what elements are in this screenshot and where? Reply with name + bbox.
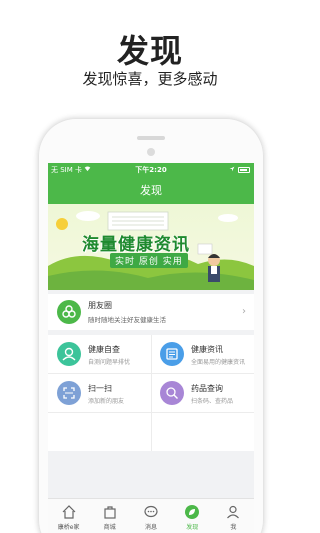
person-check-icon [57,342,81,366]
friends-circle-icon [57,300,81,324]
feature-subtitle: 自测问题早排忧 [88,359,131,366]
tab-discover[interactable]: 发现 [172,499,213,533]
tab-label: 消息 [145,524,158,531]
banner-tags: 实时 原创 实用 [110,253,188,268]
grid-divider [48,412,254,413]
feature-subtitle: 扫条码、查药品 [191,398,234,405]
friends-circle-title: 朋友圈 [88,301,112,310]
feature-grid: 健康自查 自测问题早排忧 健康资讯 全面易用的健康资讯 扫一扫 添加新的朋友 药… [48,335,254,451]
chat-icon [143,504,159,520]
health-news-banner[interactable]: 海量健康资讯 实时 原创 实用 [48,204,254,290]
status-bar: 无 SIM 卡 下午2:20 [48,163,254,177]
feature-drug-search[interactable]: 药品查询 扫条码、查药品 [151,374,254,412]
user-icon [225,504,241,520]
app-screen: 无 SIM 卡 下午2:20 发现 海量健康资讯 实时 原创 实用 朋友圈 随时… [48,163,254,533]
tab-label: 商城 [103,524,116,531]
tab-label: 我 [230,524,237,531]
banner-title: 海量健康资讯 [82,235,190,255]
promo-subtitle: 发现惊喜，更多感动 [82,70,218,88]
phone-speaker [137,136,165,140]
friends-circle-subtitle: 随时随地关注好友健康生活 [88,316,166,324]
feature-health-selfcheck[interactable]: 健康自查 自测问题早排忧 [48,335,151,373]
status-time: 下午2:20 [135,166,167,174]
feature-title: 健康资讯 [191,345,223,354]
nav-bar: 发现 [48,177,254,204]
battery-icon [238,167,250,173]
nav-title: 发现 [140,184,162,197]
phone-camera [147,148,155,156]
chevron-right-icon: › [242,306,246,317]
status-right [229,163,250,177]
leaf-icon [184,504,200,520]
bag-icon [102,504,118,520]
feature-subtitle: 全面易用的健康资讯 [191,359,246,366]
tab-label: 康桥e家 [57,524,80,531]
tab-label: 发现 [186,524,199,531]
friends-circle-item[interactable]: 朋友圈 随时随地关注好友健康生活 › [48,294,254,330]
feature-health-news[interactable]: 健康资讯 全面易用的健康资讯 [151,335,254,373]
news-icon [160,342,184,366]
tab-mall[interactable]: 商城 [89,499,130,533]
location-icon [229,163,235,177]
feature-title: 扫一扫 [88,384,112,393]
scan-icon [57,381,81,405]
tab-messages[interactable]: 消息 [130,499,171,533]
promo-title: 发现 [116,32,183,70]
feature-scan[interactable]: 扫一扫 添加新的朋友 [48,374,151,412]
home-icon [61,504,77,520]
tab-home[interactable]: 康桥e家 [48,499,89,533]
tab-me[interactable]: 我 [213,499,254,533]
feature-subtitle: 添加新的朋友 [88,398,125,405]
feature-title: 药品查询 [191,384,223,393]
feature-title: 健康自查 [88,345,120,354]
tab-bar: 康桥e家 商城 消息 发现 我 [48,498,254,533]
pill-search-icon [160,381,184,405]
